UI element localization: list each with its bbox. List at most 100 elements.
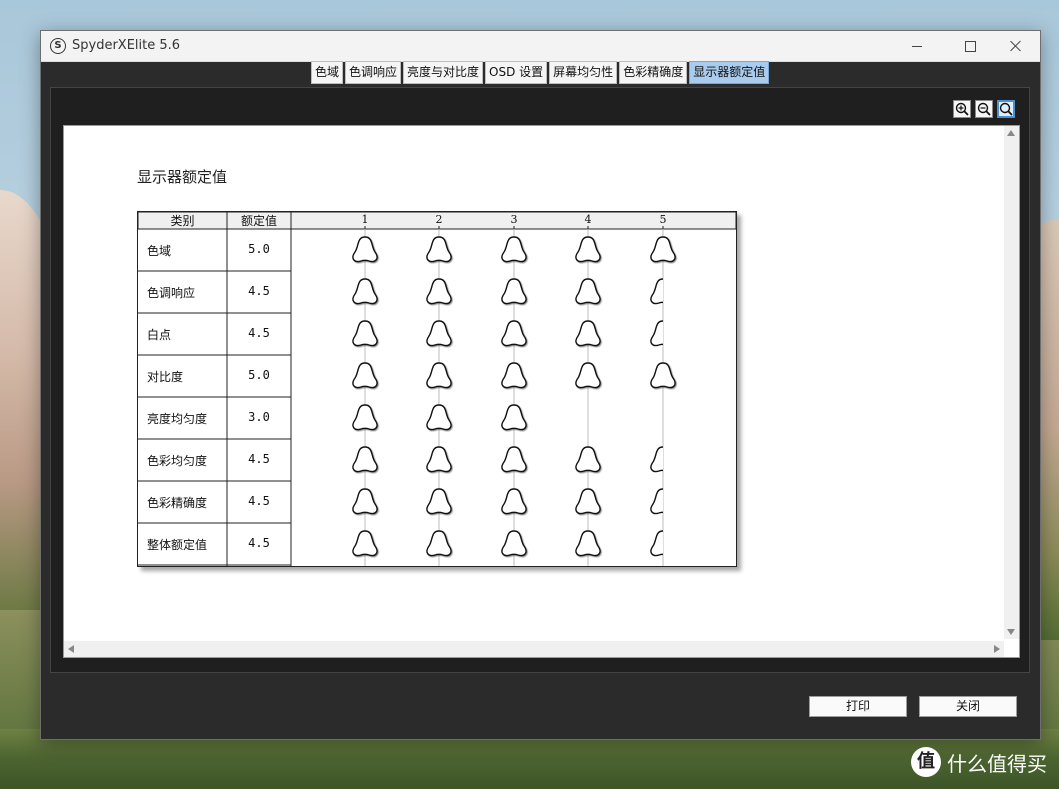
rating-badge-icon [352,488,378,515]
rating-badge-icon [426,446,452,473]
maximize-button[interactable] [947,31,993,61]
row-category: 色彩均匀度 [147,454,208,468]
row-category: 白点 [147,328,172,342]
zoom-fit-icon [999,102,1013,116]
row-rating-value: 5.0 [248,242,270,256]
minimize-button[interactable] [894,31,940,61]
rating-badge-icon [426,236,452,263]
rating-badge-icon [426,404,452,431]
watermark-text: 什么值得买 [947,751,1047,776]
rating-badge-icon [352,236,378,263]
column-number-4: 4 [584,213,592,226]
rating-badge-icon [650,236,676,263]
rating-half-badge-icon [650,530,663,557]
close-window-button[interactable] [993,31,1039,61]
scroll-right-icon[interactable] [994,645,1000,653]
ratings-grid [138,212,736,566]
rating-badge-icon [501,362,527,389]
maximize-icon [964,40,976,52]
row-rating-value: 4.5 [248,284,270,298]
tab-2[interactable]: 亮度与对比度 [403,61,484,84]
close-icon [1010,40,1022,52]
rating-half-badge-icon [650,278,663,305]
tab-6[interactable]: 显示器额定值 [689,61,770,84]
rating-badge-icon [501,530,527,557]
rating-half-badge-icon [650,320,663,347]
report-viewer[interactable]: 显示器额定值 类别 额定值 1 2 3 4 5 色域 5.0 色调响应 4.5 白点 4.5 对比度 5… [63,125,1020,658]
row-category: 对比度 [147,370,184,384]
rating-half-badge-icon [650,446,663,473]
rating-badge-icon [352,530,378,557]
rating-badge-icon [352,278,378,305]
rating-badge-icon [352,446,378,473]
zoom-toolbar [953,100,1015,118]
rating-badge-icon [501,404,527,431]
rating-badge-icon [352,320,378,347]
rating-badge-icon [501,278,527,305]
tab-0[interactable]: 色域 [311,61,344,84]
rating-badge-icon [575,446,601,473]
report-title: 显示器额定值 [137,168,228,186]
close-button[interactable]: 关闭 [919,696,1017,717]
horizontal-scrollbar[interactable] [64,641,1004,657]
rating-badge-icon [426,488,452,515]
zoom-in-icon [955,102,969,116]
rating-badge-icon [575,236,601,263]
rating-badge-icon [426,320,452,347]
tab-4[interactable]: 屏幕均匀性 [549,61,618,84]
zoom-fit-button[interactable] [997,100,1015,118]
column-number-1: 1 [361,213,369,226]
minimize-icon [912,45,922,47]
row-category: 色调响应 [147,286,196,300]
rating-badge-icon [426,278,452,305]
scroll-left-icon[interactable] [68,645,74,653]
row-rating-value: 4.5 [248,536,270,550]
watermark: 值 什么值得买 [911,747,1047,777]
row-category: 色彩精确度 [147,496,208,510]
title-bar: S SpyderXElite 5.6 [41,31,1040,62]
rating-badge-icon [575,488,601,515]
column-number-5: 5 [659,213,667,226]
rating-badge-icon [501,488,527,515]
report-panel: 显示器额定值 类别 额定值 1 2 3 4 5 色域 5.0 色调响应 4.5 白点 4.5 对比度 5… [50,87,1030,673]
rating-badge-icon [501,446,527,473]
header-rating: 额定值 [240,214,277,228]
rating-badge-icon [501,236,527,263]
row-category: 整体额定值 [147,538,208,552]
column-number-2: 2 [435,213,443,226]
row-category: 色域 [147,244,172,258]
scroll-down-icon[interactable] [1007,629,1015,635]
row-rating-value: 3.0 [248,410,270,424]
tab-5[interactable]: 色彩精确度 [619,61,688,84]
row-rating-value: 4.5 [248,326,270,340]
tab-1[interactable]: 色调响应 [345,61,402,84]
rating-half-badge-icon [650,488,663,515]
rating-badge-icon [426,362,452,389]
rating-badge-icon [575,278,601,305]
rating-badge-icon [501,320,527,347]
app-logo-icon: S [50,38,66,54]
rating-badge-icon [575,362,601,389]
window-title: SpyderXElite 5.6 [72,38,181,53]
tab-bar: 色域 色调响应 亮度与对比度 OSD 设置 屏幕均匀性 色彩精确度 显示器额定值 [311,61,771,84]
vertical-scrollbar[interactable] [1004,126,1019,639]
rating-badge-icon [650,362,676,389]
header-category: 类别 [170,214,195,228]
zoom-out-icon [977,102,991,116]
watermark-logo: 值 [911,747,941,777]
column-number-3: 3 [510,213,518,226]
row-rating-value: 4.5 [248,452,270,466]
rating-badge-icon [575,320,601,347]
print-button[interactable]: 打印 [809,696,907,717]
rating-badge-icon [426,530,452,557]
scroll-up-icon[interactable] [1007,130,1015,136]
rating-badge-icon [575,530,601,557]
app-window: S SpyderXElite 5.6 色域 色调响应 亮度与对比度 OSD 设置 屏幕均… [40,30,1041,740]
ratings-table: 类别 额定值 1 2 3 4 5 色域 5.0 色调响应 4.5 白点 4.5 对比度 5.0 亮度均匀度… [137,211,737,567]
tab-3[interactable]: OSD 设置 [485,61,548,84]
zoom-out-button[interactable] [975,100,993,118]
row-rating-value: 5.0 [248,368,270,382]
row-category: 亮度均匀度 [147,412,208,426]
rating-badge-icon [352,362,378,389]
zoom-in-button[interactable] [953,100,971,118]
